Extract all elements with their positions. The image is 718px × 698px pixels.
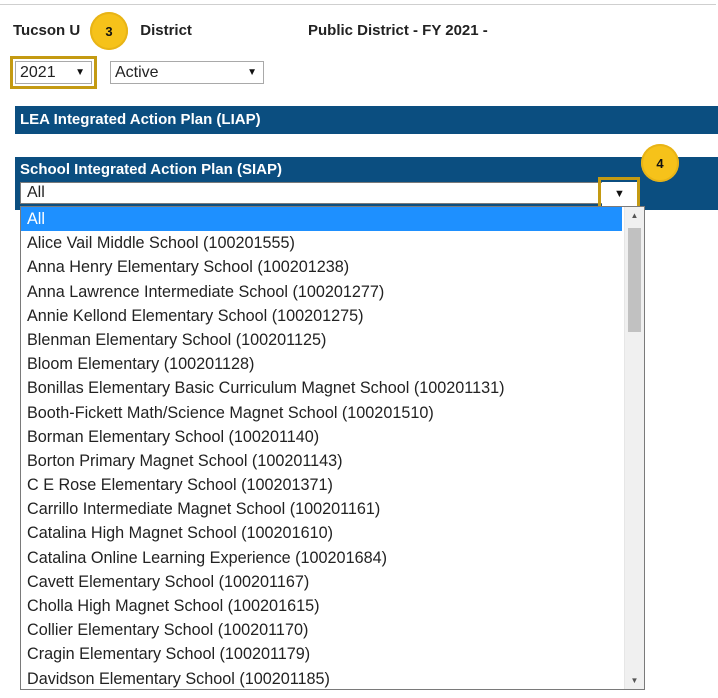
siap-option[interactable]: Catalina High Magnet School (100201610) [21, 521, 622, 545]
callout-step-3: 3 [90, 12, 128, 50]
siap-option[interactable]: Bloom Elementary (100201128) [21, 352, 622, 376]
siap-option[interactable]: Cholla High Magnet School (100201615) [21, 594, 622, 618]
siap-option[interactable]: Cragin Elementary School (100201179) [21, 642, 622, 666]
siap-school-select[interactable]: All [20, 182, 637, 204]
siap-option[interactable]: Booth-Fickett Math/Science Magnet School… [21, 401, 622, 425]
status-value: Active [115, 63, 159, 81]
callout-step-4: 4 [641, 144, 679, 182]
siap-option[interactable]: Alice Vail Middle School (100201555) [21, 231, 622, 255]
siap-option[interactable]: Catalina Online Learning Experience (100… [21, 546, 622, 570]
scrollbar-thumb[interactable] [628, 228, 641, 332]
scroll-up-arrow-icon[interactable]: ▲ [625, 207, 644, 224]
listbox-scrollbar[interactable]: ▲ ▼ [624, 207, 644, 689]
chevron-down-icon: ▼ [247, 67, 257, 78]
siap-option[interactable]: All [21, 207, 622, 232]
siap-option[interactable]: C E Rose Elementary School (100201371) [21, 473, 622, 497]
scroll-down-arrow-icon[interactable]: ▼ [625, 672, 644, 689]
district-name-suffix: District [140, 22, 192, 39]
fiscal-year-select[interactable]: 2021 ▼ [15, 61, 92, 84]
siap-option[interactable]: Borton Primary Magnet School (100201143) [21, 449, 622, 473]
siap-option[interactable]: Annie Kellond Elementary School (1002012… [21, 304, 622, 328]
status-select[interactable]: Active ▼ [110, 61, 264, 84]
liap-section-header[interactable]: LEA Integrated Action Plan (LIAP) [15, 106, 718, 134]
siap-option[interactable]: Anna Henry Elementary School (100201238) [21, 255, 622, 279]
fiscal-year-title: Public District - FY 2021 - [308, 22, 488, 39]
siap-option[interactable]: Collier Elementary School (100201170) [21, 618, 622, 642]
top-divider [0, 4, 716, 5]
siap-selected-value: All [27, 184, 45, 201]
fiscal-year-value: 2021 [20, 63, 56, 81]
district-name-prefix: Tucson U [13, 22, 81, 39]
siap-section-title: School Integrated Action Plan (SIAP) [20, 161, 282, 178]
chevron-down-icon: ▼ [75, 67, 85, 78]
siap-option[interactable]: Cavett Elementary School (100201167) [21, 570, 622, 594]
siap-option[interactable]: Bonillas Elementary Basic Curriculum Mag… [21, 376, 622, 400]
siap-option[interactable]: Blenman Elementary School (100201125) [21, 328, 622, 352]
siap-option[interactable]: Carrillo Intermediate Magnet School (100… [21, 497, 622, 521]
siap-option[interactable]: Davidson Elementary School (100201185) [21, 667, 622, 689]
siap-options-list: All Alice Vail Middle School (100201555) A… [21, 207, 622, 689]
siap-option[interactable]: Anna Lawrence Intermediate School (10020… [21, 280, 622, 304]
siap-options-listbox[interactable]: All Alice Vail Middle School (100201555) A… [20, 206, 645, 690]
siap-option[interactable]: Borman Elementary School (100201140) [21, 425, 622, 449]
